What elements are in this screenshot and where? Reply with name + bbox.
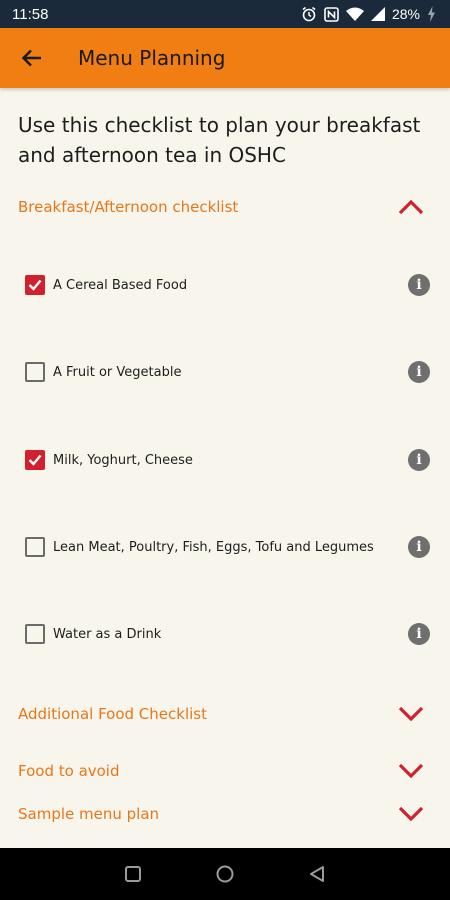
status-time: 11:58: [12, 5, 49, 23]
status-bar: 11:58 28%: [0, 0, 450, 28]
section-header-breakfast-afternoon[interactable]: Breakfast/Afternoon checklist: [0, 187, 450, 227]
section-title: Food to avoid: [18, 762, 120, 780]
checkbox-lean-meat[interactable]: [25, 537, 45, 557]
checklist-item: A Fruit or Vegetable i: [0, 352, 450, 392]
system-back-button[interactable]: [297, 854, 337, 894]
section-header-additional-food[interactable]: Additional Food Checklist: [0, 694, 450, 734]
system-nav-bar: [0, 848, 450, 900]
info-icon[interactable]: i: [408, 536, 430, 558]
back-triangle-icon: [310, 866, 324, 882]
checkbox-fruit-vegetable[interactable]: [25, 362, 45, 382]
chevron-down-icon[interactable]: [398, 763, 424, 779]
checklist-label: Lean Meat, Poultry, Fish, Eggs, Tofu and…: [53, 539, 374, 555]
app-bar: Menu Planning: [0, 28, 450, 88]
checklist-item: Lean Meat, Poultry, Fish, Eggs, Tofu and…: [0, 527, 450, 567]
checkbox-cereal[interactable]: [25, 275, 45, 295]
battery-percentage: 28%: [391, 6, 420, 22]
checklist-item: Water as a Drink i: [0, 614, 450, 654]
checklist-label: A Fruit or Vegetable: [53, 364, 182, 380]
checkbox-water[interactable]: [25, 624, 45, 644]
section-title: Additional Food Checklist: [18, 705, 207, 723]
checklist-item: Milk, Yoghurt, Cheese i: [0, 440, 450, 480]
section-header-sample-menu[interactable]: Sample menu plan: [0, 794, 450, 834]
arrow-back-icon: [22, 49, 41, 67]
section-header-food-to-avoid[interactable]: Food to avoid: [0, 751, 450, 791]
checkbox-milk[interactable]: [25, 450, 45, 470]
checklist-label: Milk, Yoghurt, Cheese: [53, 452, 193, 468]
chevron-down-icon[interactable]: [398, 706, 424, 722]
page-title: Menu Planning: [78, 46, 226, 70]
checkmark-icon: [28, 279, 42, 291]
checklist-label: A Cereal Based Food: [53, 277, 188, 293]
checkmark-icon: [28, 454, 42, 466]
info-icon[interactable]: i: [408, 274, 430, 296]
battery-charging-icon: [428, 6, 435, 22]
checklist-item: A Cereal Based Food i: [0, 265, 450, 305]
section-title: Sample menu plan: [18, 805, 160, 823]
chevron-down-icon[interactable]: [398, 806, 424, 822]
back-button[interactable]: [0, 28, 64, 88]
recents-button[interactable]: [113, 854, 153, 894]
section-title: Breakfast/Afternoon checklist: [18, 198, 239, 216]
signal-icon: [370, 7, 385, 21]
checklist-label: Water as a Drink: [53, 626, 162, 642]
info-icon[interactable]: i: [408, 449, 430, 471]
wifi-icon: [345, 7, 364, 21]
intro-text: Use this checklist to plan your breakfas…: [18, 113, 421, 167]
chevron-up-icon[interactable]: [398, 199, 424, 215]
main-content: Use this checklist to plan your breakfas…: [0, 88, 450, 848]
home-button[interactable]: [205, 854, 245, 894]
recents-square-icon: [125, 866, 141, 882]
nfc-icon: [324, 6, 339, 22]
info-icon[interactable]: i: [408, 623, 430, 645]
alarm-icon: [302, 6, 316, 22]
home-circle-icon: [216, 865, 234, 883]
info-icon[interactable]: i: [408, 361, 430, 383]
status-icons: 28%: [301, 6, 436, 22]
